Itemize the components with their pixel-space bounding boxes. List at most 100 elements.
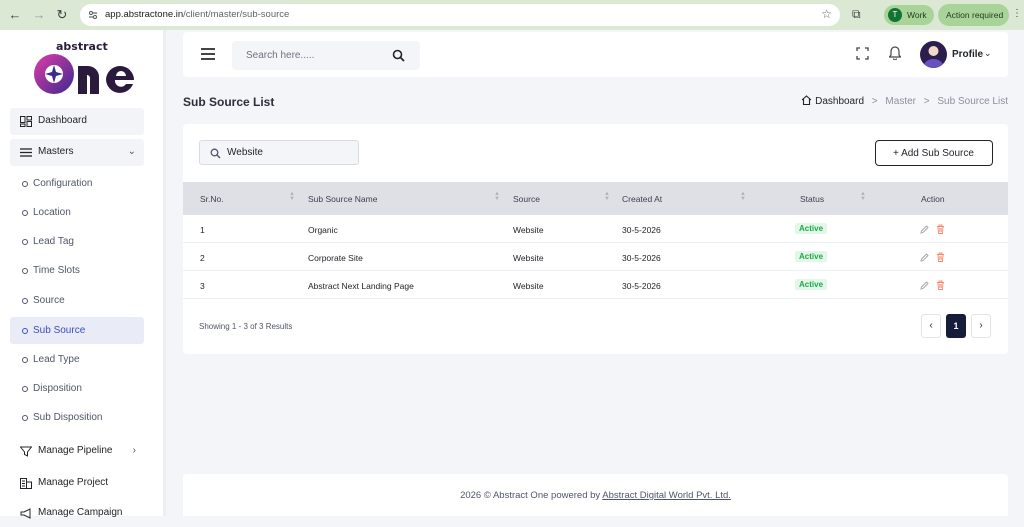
- sidebar-item-manage-project[interactable]: Manage Project: [10, 470, 144, 497]
- footer-text: 2026 © Abstract One powered by Abstract …: [183, 490, 1008, 501]
- sidebar-item-label: Location: [33, 207, 71, 218]
- column-header-status[interactable]: Status: [800, 194, 824, 204]
- sidebar: abstract Dashboard Masters ⌄ Configurati: [0, 30, 166, 519]
- edit-icon[interactable]: [920, 281, 929, 290]
- status-badge: Active: [795, 223, 828, 234]
- dashboard-icon: [20, 116, 32, 127]
- pagination-prev-button[interactable]: ‹: [921, 314, 941, 338]
- bell-icon[interactable]: [889, 46, 901, 60]
- column-header-source[interactable]: Source: [513, 194, 540, 204]
- sort-icon[interactable]: ▲ ▼: [289, 191, 295, 202]
- sidebar-item-label: Manage Project: [38, 477, 109, 488]
- results-summary: Showing 1 - 3 of 3 Results: [199, 322, 293, 331]
- add-sub-source-button[interactable]: + Add Sub Source: [875, 140, 993, 166]
- delete-icon[interactable]: [936, 280, 945, 290]
- sort-icon[interactable]: ▲ ▼: [604, 191, 610, 202]
- sidebar-item-lead-type[interactable]: Lead Type: [10, 346, 144, 373]
- sidebar-item-label: Source: [33, 295, 65, 306]
- bullet-icon: [22, 181, 28, 187]
- sidebar-item-dashboard[interactable]: Dashboard: [10, 108, 144, 135]
- sidebar-item-source[interactable]: Source: [10, 287, 144, 314]
- sort-icon[interactable]: ▲ ▼: [740, 191, 746, 202]
- column-header-sub-source-name[interactable]: Sub Source Name: [308, 194, 377, 204]
- table-row: 1 Organic Website 30-5-2026 Active: [183, 215, 1008, 243]
- action-required-label: Action required: [946, 10, 1004, 20]
- cell-source: Website: [513, 225, 544, 235]
- bookmark-star-icon[interactable]: ☆: [821, 7, 832, 21]
- footer-copyright: 2026 © Abstract One powered by: [460, 490, 603, 501]
- sidebar-item-lead-tag[interactable]: Lead Tag: [10, 228, 144, 255]
- extensions-icon[interactable]: ⧉: [852, 7, 861, 22]
- sidebar-item-label: Sub Source: [33, 325, 86, 336]
- bullet-icon: [22, 386, 28, 392]
- breadcrumb-home[interactable]: Dashboard: [801, 95, 867, 107]
- footer: 2026 © Abstract One powered by Abstract …: [183, 474, 1008, 516]
- cell-sr-no: 1: [200, 225, 205, 235]
- filter-search-input[interactable]: Website: [199, 140, 359, 165]
- menu-toggle-icon[interactable]: [201, 48, 215, 60]
- delete-icon[interactable]: [936, 224, 945, 234]
- sidebar-item-label: Lead Tag: [33, 236, 74, 247]
- footer-company-link[interactable]: Abstract Digital World Pvt. Ltd.: [602, 490, 731, 501]
- page-title: Sub Source List: [183, 95, 275, 109]
- column-header-action: Action: [921, 194, 945, 204]
- building-icon: [20, 478, 32, 489]
- search-input[interactable]: Search here.....: [232, 41, 420, 70]
- sidebar-item-sub-source[interactable]: Sub Source: [10, 317, 144, 344]
- forward-icon[interactable]: →: [31, 7, 47, 23]
- breadcrumb-separator: >: [923, 96, 930, 107]
- edit-icon[interactable]: [920, 253, 929, 262]
- table-row: 2 Corporate Site Website 30-5-2026 Activ…: [183, 243, 1008, 271]
- sidebar-item-location[interactable]: Location: [10, 199, 144, 226]
- fullscreen-icon[interactable]: [856, 47, 869, 60]
- sidebar-item-label: Manage Campaign: [38, 507, 123, 518]
- action-required-button[interactable]: Action required: [938, 4, 1009, 26]
- sort-icon[interactable]: ▲ ▼: [494, 191, 500, 202]
- edit-icon[interactable]: [920, 225, 929, 234]
- reload-icon[interactable]: ↻: [54, 7, 70, 23]
- column-header-sr-no[interactable]: Sr.No.: [200, 194, 224, 204]
- avatar[interactable]: [920, 41, 947, 68]
- browser-menu-icon[interactable]: ⋮: [1012, 8, 1022, 19]
- profile-label: Work: [907, 10, 927, 20]
- sidebar-item-disposition[interactable]: Disposition: [10, 375, 144, 402]
- browser-toolbar: ← → ↻ app.abstractone.in/client/master/s…: [0, 0, 1024, 30]
- bullet-icon: [22, 210, 28, 216]
- logo[interactable]: abstract: [30, 38, 136, 96]
- chevron-down-icon: ⌄: [127, 146, 136, 157]
- column-header-created-at[interactable]: Created At: [622, 194, 662, 204]
- sidebar-item-label: Masters: [38, 146, 74, 157]
- sidebar-item-label: Time Slots: [33, 265, 80, 276]
- browser-profile-button[interactable]: T Work: [884, 5, 934, 25]
- sidebar-item-label: Lead Type: [33, 354, 80, 365]
- sidebar-item-time-slots[interactable]: Time Slots: [10, 257, 144, 284]
- sidebar-item-sub-disposition[interactable]: Sub Disposition: [10, 404, 144, 431]
- delete-icon[interactable]: [936, 252, 945, 262]
- sort-icon[interactable]: ▲ ▼: [860, 191, 866, 202]
- add-sub-source-label: + Add Sub Source: [893, 148, 974, 159]
- sidebar-item-label: Configuration: [33, 178, 93, 189]
- cell-sr-no: 2: [200, 253, 205, 263]
- site-info-icon[interactable]: [87, 9, 99, 21]
- bullet-icon: [22, 357, 28, 363]
- breadcrumb-item-master[interactable]: Master: [885, 96, 916, 107]
- list-icon: [20, 148, 32, 157]
- sidebar-item-manage-campaign[interactable]: Manage Campaign: [10, 500, 144, 527]
- pagination-page-1[interactable]: 1: [946, 314, 966, 338]
- breadcrumb-item-dashboard[interactable]: Dashboard: [815, 96, 864, 107]
- sidebar-item-manage-pipeline[interactable]: Manage Pipeline ›: [10, 438, 144, 465]
- home-icon: [801, 95, 812, 105]
- sidebar-item-masters[interactable]: Masters ⌄: [10, 139, 144, 166]
- chevron-right-icon: ›: [132, 445, 136, 456]
- cell-sub-source-name: Abstract Next Landing Page: [308, 281, 414, 291]
- profile-menu-label[interactable]: Profile: [952, 49, 983, 60]
- address-bar[interactable]: app.abstractone.in/client/master/sub-sou…: [80, 4, 840, 26]
- sidebar-item-configuration[interactable]: Configuration: [10, 170, 144, 197]
- logo-mark: [34, 54, 134, 94]
- search-icon[interactable]: [392, 49, 405, 62]
- bullet-icon: [22, 298, 28, 304]
- back-icon[interactable]: ←: [7, 7, 23, 23]
- sidebar-item-label: Sub Disposition: [33, 412, 103, 423]
- pagination-next-button[interactable]: ›: [971, 314, 991, 338]
- chevron-down-icon[interactable]: ⌄: [984, 48, 992, 59]
